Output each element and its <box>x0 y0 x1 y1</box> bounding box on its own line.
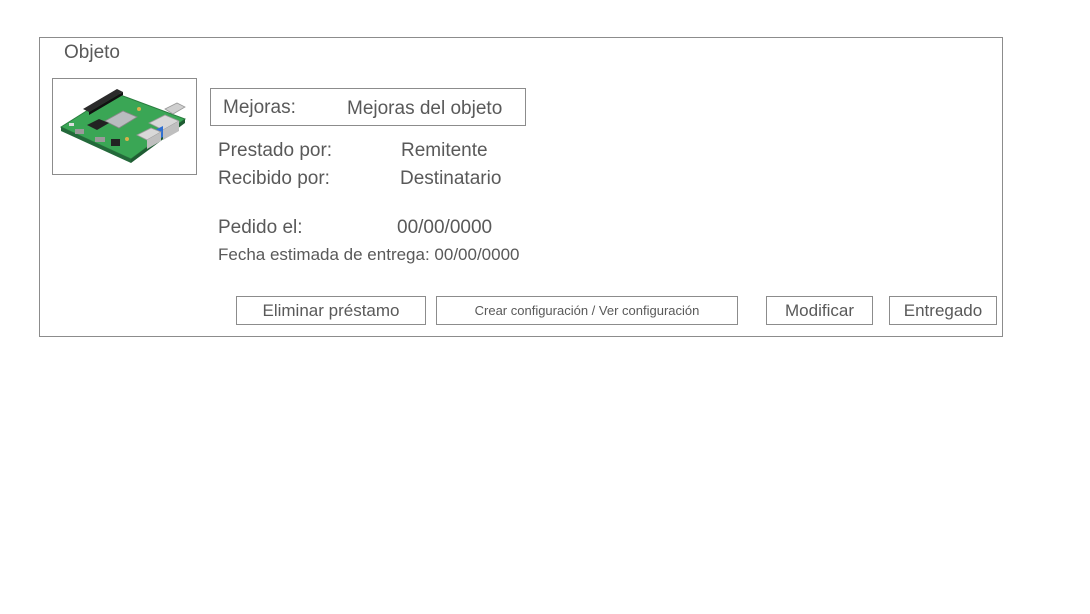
mejoras-box: Mejoras: Mejoras del objeto <box>210 88 526 126</box>
pedido-label: Pedido el: <box>218 217 303 238</box>
recibido-value: Destinatario <box>400 168 502 189</box>
object-card: Objeto Mejoras: Mejoras del objeto Prest… <box>39 37 1003 337</box>
configuracion-button[interactable]: Crear configuración / Ver configuración <box>436 296 738 325</box>
recibido-label: Recibido por: <box>218 168 330 189</box>
eliminar-prestamo-button[interactable]: Eliminar préstamo <box>236 296 426 325</box>
prestado-label: Prestado por: <box>218 140 333 161</box>
mejoras-value: Mejoras del objeto <box>347 98 503 119</box>
entregado-button[interactable]: Entregado <box>889 296 997 325</box>
card-title: Objeto <box>64 42 120 63</box>
raspberry-pi-board-icon <box>59 89 187 163</box>
modificar-button[interactable]: Modificar <box>766 296 873 325</box>
prestado-value: Remitente <box>401 140 488 161</box>
fecha-estimada-text: Fecha estimada de entrega: 00/00/0000 <box>218 245 520 264</box>
mejoras-label: Mejoras: <box>223 97 296 118</box>
object-image <box>52 78 197 175</box>
pedido-value: 00/00/0000 <box>397 217 493 238</box>
